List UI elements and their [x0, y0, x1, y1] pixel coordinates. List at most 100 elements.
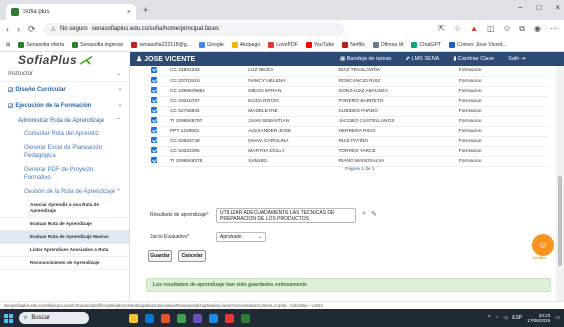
taskbar-app-icon[interactable]	[209, 313, 218, 323]
bookmark-item[interactable]: YouTube	[305, 41, 334, 48]
bookmark-item[interactable]: LovePDF	[268, 41, 298, 48]
bookmark-label: Akopago	[239, 41, 261, 48]
menu-bandeja-tareas[interactable]: ▦ Bandeja de tareas	[340, 56, 391, 62]
clock[interactable]: 20:23 17/06/2025	[527, 313, 550, 324]
status-bar: senasofiaplus.edu.co/sofia/ejecucionform…	[0, 301, 564, 309]
menu-salir[interactable]: Salir ⇥	[508, 56, 525, 62]
bookmark-item[interactable]: Ofimsa IA	[372, 41, 403, 48]
role-select[interactable]: Instructor ⌄	[0, 66, 129, 82]
taskbar-app-icon[interactable]	[161, 313, 170, 323]
judgment-select[interactable]: Aprobado ⌄	[216, 232, 266, 242]
cell-name: MARTHA DOLLY	[248, 146, 339, 157]
close-tab-icon[interactable]: ×	[127, 9, 131, 16]
bookmark-item[interactable]: Senasofia ingresar	[72, 41, 124, 48]
sidebar-item-label: Reconocimiento de Aprendizaje	[30, 260, 100, 265]
tray-chevron-icon[interactable]: ^	[488, 315, 490, 321]
chevron-down-icon: ⌄	[115, 71, 121, 77]
bookmark-item[interactable]: senasofia222118@g...	[131, 41, 191, 48]
page-scrollbar[interactable]	[556, 66, 564, 301]
maximize-icon[interactable]: □	[536, 3, 541, 12]
menu-lms-sena[interactable]: ⬈ LMS SENA	[405, 56, 439, 62]
collections-icon[interactable]: ⧉	[519, 24, 525, 34]
status-url: senasofiaplus.edu.co/sofia/ejecucionform…	[4, 303, 277, 308]
sidebar-item[interactable]: Consultar Ruta del Aprendiz	[0, 127, 129, 141]
row-checkbox[interactable]	[151, 117, 157, 123]
cell-status: Formacion	[458, 106, 549, 117]
sidebar-item[interactable]: Administrar Ruta de Aprendizaje ⌃	[0, 114, 129, 127]
windows-start-icon[interactable]	[4, 313, 13, 323]
row-checkbox[interactable]	[151, 157, 157, 163]
row-checkbox[interactable]	[151, 137, 157, 143]
browser-tab[interactable]: Sofia plus ×	[6, 4, 136, 20]
sidebar-item[interactable]: Generar PDF de Proyecto Formativo	[0, 163, 129, 185]
taskbar-app-icon[interactable]	[241, 313, 250, 323]
new-tab-button[interactable]: +	[143, 5, 148, 15]
bookmark-item[interactable]: Netflix	[342, 41, 365, 48]
apps-grid-icon[interactable]: ⊞	[6, 42, 10, 48]
scrollbar-thumb[interactable]	[558, 176, 562, 266]
sidebar-item[interactable]: ☑ Ejecución de la Formación ›	[0, 98, 129, 114]
table-row: CC 1099549881 DIEGO EFRAN GONZALEZ ABAUNZA…	[144, 86, 549, 97]
taskbar-search[interactable]: ⌕ Buscar	[19, 312, 89, 324]
checklist-icon: ☑	[8, 103, 14, 110]
result-textarea[interactable]: UTILIZAR ADECUADAMENTE LAS TECNICAS DE P…	[216, 208, 356, 223]
taskbar-app-icon[interactable]	[145, 313, 154, 323]
wifi-icon[interactable]: ◔	[495, 315, 498, 321]
menu-label: Bandeja de tareas	[346, 56, 392, 62]
sidebar-item-label: Evaluar Ruta de Aprendizaje	[30, 221, 92, 226]
cancel-button[interactable]: Cancelar	[178, 250, 206, 262]
save-button[interactable]: Guardar	[148, 250, 172, 262]
sidebar-item[interactable]: Asociar Aprendiz a una Ruta de Aprendiza…	[0, 199, 129, 218]
sidebar-item[interactable]: Evaluar Ruta de Aprendizaje	[0, 218, 129, 231]
bookmark-item[interactable]: ChatGPT	[411, 41, 441, 48]
search-icon[interactable]: ⌕	[362, 210, 366, 218]
sofiaplus-logo[interactable]: SofiaPlus ⋌	[18, 53, 92, 67]
toolbar-icons: ⇱ ☆ ▲ ◫ ✩ ⧉ ◉ ⋯	[438, 24, 558, 34]
sidebar-item[interactable]: Generar Excel de Planeación Pedagógica	[0, 141, 129, 163]
forward-icon[interactable]: ›	[17, 24, 20, 34]
chatbot-label: Dra Bot	[533, 256, 546, 260]
menu-icon[interactable]: ⋯	[550, 24, 558, 34]
bookmark-item[interactable]: Akopago	[231, 41, 261, 48]
split-icon[interactable]: ◫	[487, 24, 495, 34]
row-checkbox[interactable]	[151, 66, 157, 73]
taskbar-app-icon[interactable]	[225, 313, 234, 323]
notifications-icon[interactable]: ▭	[555, 315, 560, 321]
sidebar-item[interactable]: Listar Aprendices Asociados a Ruta	[0, 244, 129, 257]
sidebar-item[interactable]: Evaluar Ruta de Aprendizaje Masivo	[0, 231, 129, 244]
sidebar-item[interactable]: Reconocimiento de Aprendizaje	[0, 257, 129, 270]
row-checkbox[interactable]	[151, 97, 157, 103]
taskbar-app-icon[interactable]	[129, 313, 138, 323]
favorites-icon[interactable]: ✩	[504, 24, 511, 34]
bookmark-item[interactable]: Correo: Jose Vicent...	[449, 41, 507, 48]
taskbar-app-icon[interactable]	[193, 313, 202, 323]
row-checkbox[interactable]	[151, 107, 157, 113]
sidebar-item[interactable]: Gestión de la Ruta de Aprendizaje ⌃	[0, 185, 129, 199]
extension-icon[interactable]: ▲	[470, 24, 478, 34]
bookmark-item[interactable]: Senasofia oferta	[18, 41, 64, 48]
chatbot-icon[interactable]: ☺	[532, 234, 554, 256]
speaker-icon[interactable]: ◁	[503, 315, 507, 321]
cell-status: Formación	[458, 66, 549, 77]
row-checkbox[interactable]	[151, 147, 157, 153]
taskbar-app-icon[interactable]	[177, 313, 186, 323]
install-icon[interactable]: ⇱	[438, 24, 445, 34]
row-checkbox[interactable]	[151, 87, 157, 93]
reload-icon[interactable]: ⟳	[28, 24, 36, 35]
star-icon[interactable]: ☆	[454, 24, 461, 34]
close-window-icon[interactable]: ×	[555, 3, 560, 12]
sidebar-item[interactable]: ☑ Diseño Curricular ›	[0, 82, 129, 98]
profile-icon[interactable]: ◉	[534, 24, 541, 34]
bookmark-icon	[131, 41, 138, 48]
clear-icon[interactable]: ✎	[371, 210, 377, 218]
url-input[interactable]: ⚠ No seguro senasofiaplus.edu.co/sofia/h…	[43, 22, 344, 36]
bookmark-label: Senasofia ingresar	[80, 41, 124, 48]
language-indicator[interactable]: ESP	[512, 315, 522, 321]
bookmark-item[interactable]: Google	[199, 41, 224, 48]
bookmark-icon	[372, 41, 379, 48]
menu-cambiar-clave[interactable]: ▮ Cambiar Clave	[453, 56, 494, 62]
row-checkbox[interactable]	[151, 127, 157, 133]
row-checkbox[interactable]	[151, 77, 157, 83]
back-icon[interactable]: ‹	[6, 24, 9, 34]
minimize-icon[interactable]: −	[518, 3, 523, 12]
